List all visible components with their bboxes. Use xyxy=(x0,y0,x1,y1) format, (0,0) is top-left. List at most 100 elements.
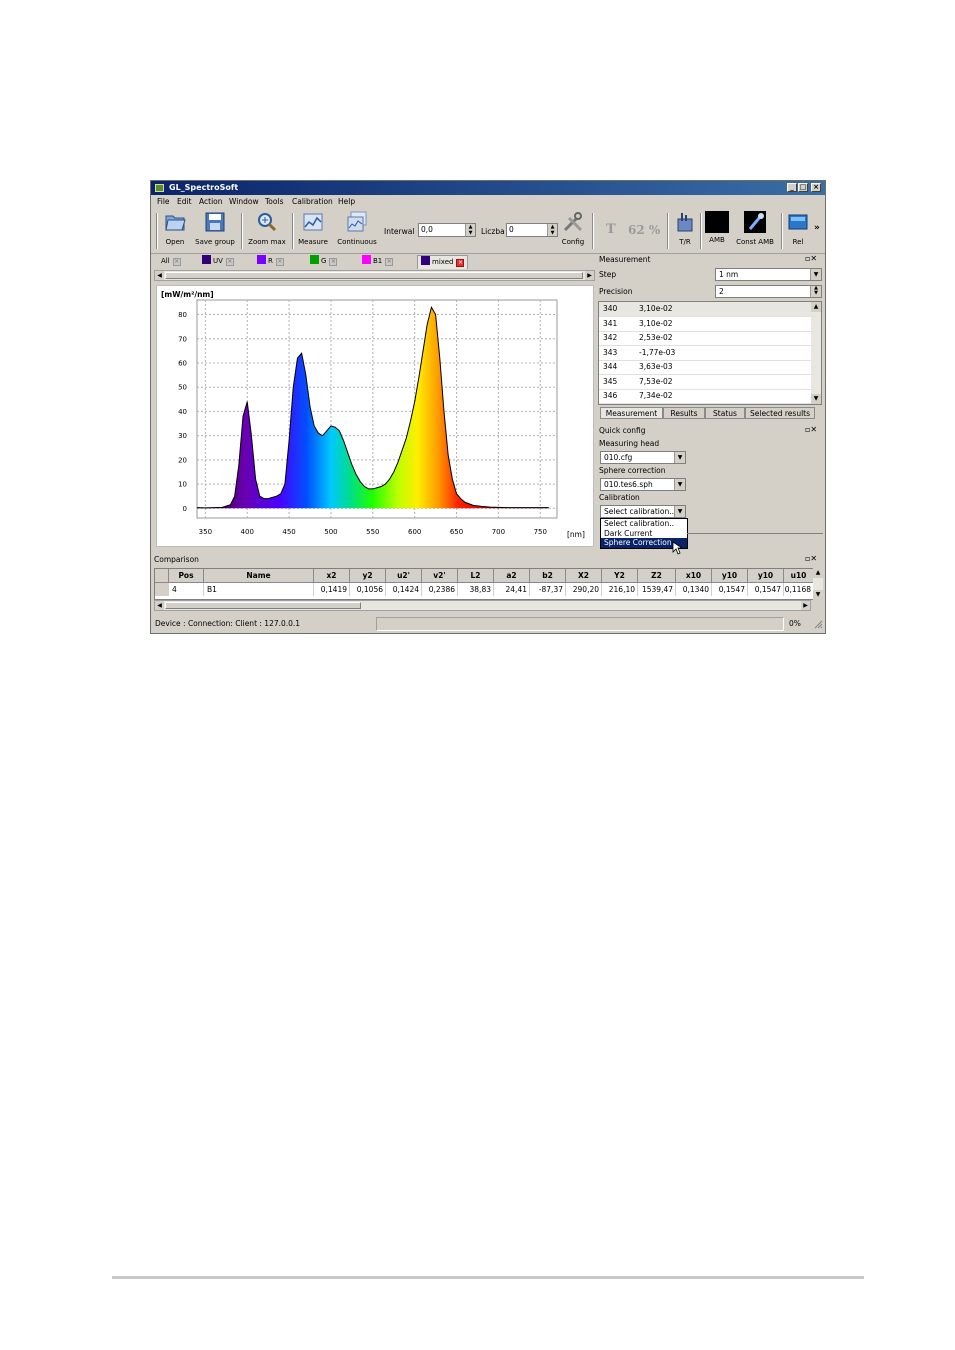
list-item[interactable]: 340 3,10e-02 xyxy=(599,302,811,317)
chart-horizontal-scrollbar[interactable]: ◀ ▶ xyxy=(154,270,595,281)
tab-results[interactable]: Results xyxy=(663,407,705,419)
amb-button[interactable]: AMB xyxy=(704,211,730,244)
chevron-down-icon[interactable]: ▼ xyxy=(810,269,821,280)
zoom-max-button[interactable]: Zoom max xyxy=(247,211,287,246)
maximize-button[interactable]: □ xyxy=(798,183,808,192)
open-button[interactable]: Open xyxy=(161,211,189,246)
list-item[interactable]: 342 2,53e-02 xyxy=(599,331,811,346)
panel-float-close-icons[interactable]: ▫✕ xyxy=(805,554,817,563)
column-header[interactable]: v2' xyxy=(422,569,458,583)
scroll-up-icon[interactable]: ▲ xyxy=(813,568,823,578)
tab-uv[interactable]: UV × xyxy=(202,255,234,268)
column-header[interactable]: y10 xyxy=(748,569,784,583)
resize-grip-icon[interactable] xyxy=(813,619,823,629)
list-vertical-scrollbar[interactable]: ▲ ▼ xyxy=(811,302,821,404)
table-cell[interactable]: -87,37 xyxy=(530,583,566,596)
table-cell[interactable]: 24,41 xyxy=(494,583,530,596)
menu-window[interactable]: Window xyxy=(229,197,259,206)
tab-r[interactable]: R × xyxy=(257,255,284,268)
spectrum-chart[interactable]: [mW/m²/nm] 0 10 20 30 40 50 60 70 80 350 400 450 50… xyxy=(157,286,593,546)
column-header[interactable]: x2 xyxy=(314,569,350,583)
column-header[interactable]: y10 xyxy=(712,569,748,583)
menu-calibration[interactable]: Calibration xyxy=(292,197,333,206)
measurement-values-list[interactable]: 340 3,10e-02 341 3,10e-02 342 2,53e-02 343-… xyxy=(598,301,822,405)
sphere-correction-select[interactable]: 010.tes6.sph ▼ xyxy=(600,478,686,491)
list-item[interactable]: 345 7,53e-02 xyxy=(599,375,811,390)
spin-arrows-icon[interactable]: ▲ ▼ xyxy=(810,286,821,297)
table-cell[interactable]: 0,1547 xyxy=(748,583,784,596)
column-header[interactable]: b2 xyxy=(530,569,566,583)
scroll-down-icon[interactable]: ▼ xyxy=(811,394,821,404)
measure-button[interactable]: Measure xyxy=(296,211,330,246)
scroll-up-icon[interactable]: ▲ xyxy=(811,302,821,312)
tab-status[interactable]: Status xyxy=(705,407,745,419)
column-header[interactable]: X2 xyxy=(566,569,602,583)
comparison-horizontal-scrollbar[interactable]: ◀ ▶ xyxy=(154,600,811,611)
panel-float-close-icons[interactable]: ▫✕ xyxy=(805,425,817,434)
list-item[interactable]: 346 7,34e-02 xyxy=(599,389,811,404)
interval-spinbox[interactable]: 0,0 ▲ ▼ xyxy=(418,223,476,237)
menu-file[interactable]: File xyxy=(157,197,170,206)
config-button[interactable]: Config xyxy=(559,211,587,246)
table-cell[interactable]: 0,1424 xyxy=(386,583,422,596)
scroll-thumb[interactable] xyxy=(165,602,361,609)
tab-mixed[interactable]: mixed × xyxy=(417,255,469,269)
close-tab-icon[interactable]: × xyxy=(385,258,394,266)
scroll-thumb[interactable] xyxy=(165,272,583,279)
close-tab-icon[interactable]: × xyxy=(172,258,181,266)
row-header[interactable] xyxy=(155,583,169,596)
table-cell[interactable]: B1 xyxy=(204,583,314,596)
column-header[interactable]: Name xyxy=(204,569,314,583)
column-header[interactable]: u2' xyxy=(386,569,422,583)
tab-g[interactable]: G × xyxy=(310,255,338,268)
tab-b1[interactable]: B1 × xyxy=(362,255,394,268)
column-header[interactable]: x10 xyxy=(676,569,712,583)
table-cell[interactable]: 1539,47 xyxy=(638,583,676,596)
column-header[interactable]: y2 xyxy=(350,569,386,583)
step-select[interactable]: 1 nm ▼ xyxy=(715,268,822,281)
list-item[interactable]: 343 -1,77e-03 xyxy=(599,346,811,361)
precision-spinbox[interactable]: 2 ▲ ▼ xyxy=(715,285,822,298)
dropdown-option[interactable]: Dark Current xyxy=(601,529,687,539)
tr-button[interactable]: T/R xyxy=(673,211,697,246)
scroll-right-icon[interactable]: ▶ xyxy=(801,601,810,610)
table-cell[interactable]: 0,1340 xyxy=(676,583,712,596)
rel-button[interactable]: Rel xyxy=(786,211,810,246)
table-cell[interactable]: 38,83 xyxy=(458,583,494,596)
toolbar-overflow-button[interactable]: » xyxy=(814,223,820,233)
scroll-right-icon[interactable]: ▶ xyxy=(585,271,594,280)
tab-measurement[interactable]: Measurement xyxy=(600,407,663,419)
measuring-head-select[interactable]: 010.cfg ▼ xyxy=(600,451,686,464)
spin-arrows-icon[interactable]: ▲ ▼ xyxy=(547,224,557,236)
column-header[interactable]: Pos xyxy=(169,569,204,583)
tab-all[interactable]: All × xyxy=(161,255,181,268)
list-item[interactable]: 344 3,63e-03 xyxy=(599,360,811,375)
column-header[interactable]: Z2 xyxy=(638,569,676,583)
close-tab-icon[interactable]: × xyxy=(329,258,338,266)
comparison-table[interactable]: Pos Name x2 y2 u2' v2' L2 a2 b2 X2 Y2 Z2… xyxy=(154,568,814,600)
scroll-left-icon[interactable]: ◀ xyxy=(155,271,164,280)
panel-float-close-icons[interactable]: ▫✕ xyxy=(805,254,817,263)
minimize-button[interactable]: _ xyxy=(787,183,797,192)
menu-edit[interactable]: Edit xyxy=(177,197,192,206)
continuous-button[interactable]: Continuous xyxy=(335,211,379,246)
table-cell[interactable]: 4 xyxy=(169,583,204,596)
count-spinbox[interactable]: 0 ▲ ▼ xyxy=(506,223,558,237)
column-header[interactable]: u10 xyxy=(784,569,813,583)
table-cell[interactable]: 216,10 xyxy=(602,583,638,596)
table-cell[interactable]: 0,1056 xyxy=(350,583,386,596)
table-cell[interactable]: 0,1168 xyxy=(784,583,813,596)
scroll-left-icon[interactable]: ◀ xyxy=(155,601,164,610)
scroll-down-icon[interactable]: ▼ xyxy=(813,590,823,600)
column-header[interactable]: a2 xyxy=(494,569,530,583)
list-item[interactable]: 341 3,10e-02 xyxy=(599,317,811,332)
const-amb-button[interactable]: Const AMB xyxy=(734,211,776,246)
chevron-down-icon[interactable]: ▼ xyxy=(674,452,685,463)
close-button[interactable]: × xyxy=(811,183,821,192)
comparison-vertical-scrollbar[interactable]: ▲ ▼ xyxy=(813,568,823,600)
chevron-down-icon[interactable]: ▼ xyxy=(674,479,685,490)
table-cell[interactable]: 0,1547 xyxy=(712,583,748,596)
calibration-select[interactable]: Select calibration.. ▼ xyxy=(600,505,686,518)
menu-tools[interactable]: Tools xyxy=(265,197,283,206)
chevron-down-icon[interactable]: ▼ xyxy=(674,506,685,517)
